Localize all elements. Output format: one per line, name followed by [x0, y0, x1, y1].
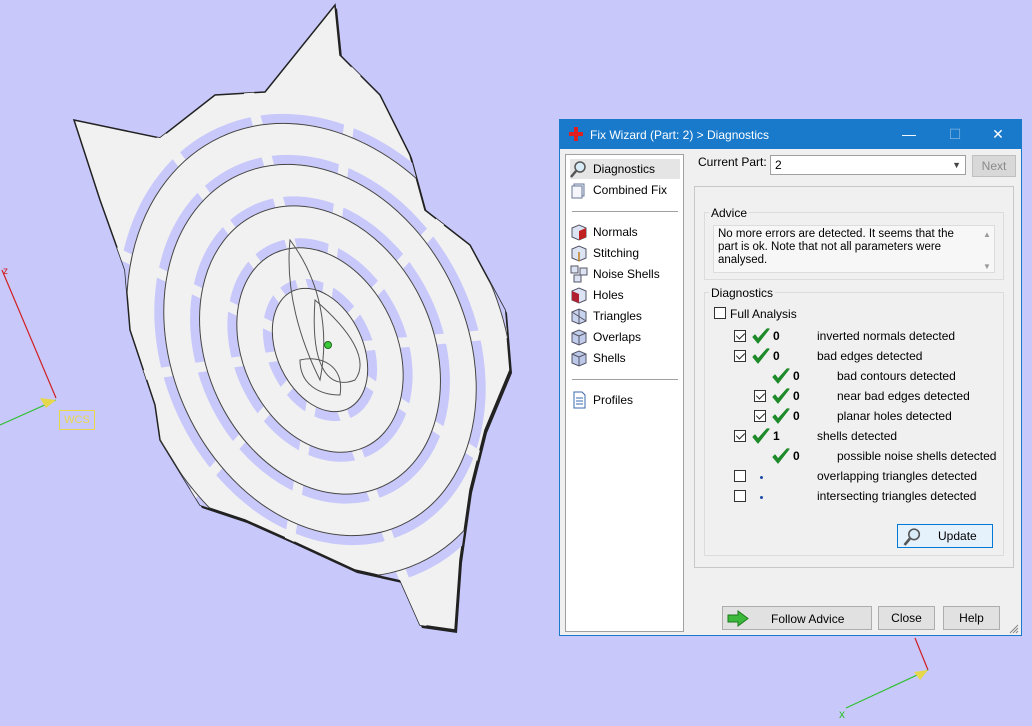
green-check-icon — [772, 388, 790, 404]
diagnostic-checkbox[interactable] — [734, 430, 746, 442]
magnifier-icon — [903, 528, 921, 546]
nav-label: Shells — [593, 351, 626, 365]
diagnostic-label: planar holes detected — [837, 409, 952, 423]
nav-item-holes[interactable]: Holes — [570, 285, 680, 305]
nav-label: Profiles — [593, 393, 634, 407]
nav-label: Normals — [593, 225, 638, 239]
advice-text-box: No more errors are detected. It seems th… — [713, 225, 995, 273]
combined-fix-icon — [571, 183, 585, 199]
magnifier-icon — [570, 161, 586, 178]
current-part-label: Current Part: — [698, 155, 767, 169]
nav-label: Combined Fix — [593, 183, 668, 197]
nav-item-overlaps[interactable]: Overlaps — [570, 327, 680, 347]
advice-text: No more errors are detected. It seems th… — [718, 228, 954, 266]
diagnostic-label: inverted normals detected — [817, 329, 956, 343]
minimize-button[interactable]: — — [886, 120, 932, 149]
next-button[interactable]: Next — [972, 155, 1016, 177]
close-button[interactable]: Close — [878, 606, 935, 630]
nav-label: Triangles — [593, 309, 642, 323]
pending-dot-icon — [760, 496, 763, 499]
diagnostic-count: 0 — [793, 409, 800, 423]
nav-item-normals[interactable]: Normals — [570, 222, 680, 242]
scroll-down-icon: ▼ — [983, 262, 991, 271]
profiles-document-icon — [573, 391, 586, 409]
scroll-up-icon: ▲ — [983, 230, 991, 239]
dialog-title: Fix Wizard (Part: 2) > Diagnostics — [590, 128, 770, 142]
diagnostic-count: 0 — [773, 329, 780, 343]
diagnostic-label: near bad edges detected — [837, 389, 970, 403]
close-window-button[interactable]: ✕ — [975, 120, 1021, 149]
diagnostic-count: 0 — [793, 369, 800, 383]
normals-cube-icon — [571, 224, 587, 241]
nav-item-stitching[interactable]: Stitching — [570, 243, 680, 263]
overlaps-cube-icon — [571, 329, 587, 346]
advice-scrollbar[interactable]: ▲ ▼ — [980, 226, 994, 272]
nav-item-profiles[interactable]: Profiles — [570, 390, 680, 410]
nav-label: Diagnostics — [593, 162, 656, 176]
nav-item-combined-fix[interactable]: Combined Fix — [570, 180, 680, 200]
diagnostic-checkbox[interactable] — [734, 470, 746, 482]
diagnostic-label: shells detected — [817, 429, 898, 443]
wizard-nav-panel: Diagnostics Combined Fix Normals Stitchi… — [565, 154, 684, 632]
wizard-main-panel: Current Part: 2 ▼ Next Advice No more er… — [694, 154, 1020, 634]
resize-grip-icon[interactable] — [1009, 624, 1019, 634]
diagnostic-label: bad contours detected — [837, 369, 956, 383]
diagnostic-checkbox[interactable] — [734, 490, 746, 502]
current-part-select[interactable]: 2 ▼ — [770, 155, 966, 175]
diagnostic-checkbox[interactable] — [734, 350, 746, 362]
title-bar[interactable]: Fix Wizard (Part: 2) > Diagnostics — ☐ ✕ — [560, 120, 1021, 149]
green-check-icon — [772, 448, 790, 464]
diagnostic-label: possible noise shells detected — [837, 449, 997, 463]
update-label: Update — [938, 529, 977, 543]
diagnostic-count: 0 — [793, 389, 800, 403]
diagnostic-checkbox[interactable] — [754, 390, 766, 402]
nav-divider — [572, 211, 678, 212]
nav-item-noise-shells[interactable]: Noise Shells — [570, 264, 680, 284]
nav-label: Holes — [593, 288, 624, 302]
green-check-icon — [752, 328, 770, 344]
wcs-label: WCS — [59, 410, 95, 430]
green-check-icon — [772, 368, 790, 384]
shells-cube-icon — [571, 350, 587, 367]
diagnostic-count: 1 — [773, 429, 780, 443]
nav-divider — [572, 379, 678, 380]
nav-item-shells[interactable]: Shells — [570, 348, 680, 368]
nav-label: Stitching — [593, 246, 640, 260]
holes-cube-icon — [571, 287, 587, 304]
diagnostic-label: bad edges detected — [817, 349, 923, 363]
diagnostic-count: 0 — [793, 449, 800, 463]
noise-shells-icon — [570, 265, 588, 283]
pending-dot-icon — [760, 476, 763, 479]
green-check-icon — [752, 348, 770, 364]
red-cross-icon — [569, 127, 583, 141]
fix-wizard-dialog: Fix Wizard (Part: 2) > Diagnostics — ☐ ✕… — [559, 119, 1022, 636]
diagnostic-count: 0 — [773, 349, 780, 363]
axis-x-label: x — [839, 707, 845, 721]
follow-advice-button[interactable]: Follow Advice — [722, 606, 872, 630]
nav-item-diagnostics[interactable]: Diagnostics — [570, 159, 680, 179]
green-check-icon — [772, 408, 790, 424]
diagnostic-label: overlapping triangles detected — [817, 469, 978, 483]
diagnostic-checkbox[interactable] — [734, 330, 746, 342]
maximize-button[interactable]: ☐ — [932, 120, 978, 149]
green-check-icon — [752, 428, 770, 444]
stitching-cube-icon — [571, 245, 587, 262]
update-button[interactable]: Update — [897, 524, 993, 548]
nav-item-triangles[interactable]: Triangles — [570, 306, 680, 326]
diagnostic-checkbox[interactable] — [754, 410, 766, 422]
full-analysis-label: Full Analysis — [730, 307, 797, 321]
chevron-down-icon: ▼ — [952, 160, 961, 170]
diagnostic-label: intersecting triangles detected — [817, 489, 977, 503]
full-analysis-checkbox[interactable] — [714, 307, 726, 319]
triangles-cube-icon — [571, 308, 587, 325]
nav-label: Noise Shells — [593, 267, 660, 281]
green-arrow-icon — [727, 610, 749, 627]
diagnostics-title: Diagnostics — [709, 286, 776, 300]
help-button[interactable]: Help — [943, 606, 1000, 630]
follow-advice-label: Follow Advice — [771, 612, 845, 626]
axis-z-label: z — [3, 266, 8, 277]
current-part-value: 2 — [775, 158, 782, 172]
nav-label: Overlaps — [593, 330, 642, 344]
advice-title: Advice — [709, 206, 750, 220]
